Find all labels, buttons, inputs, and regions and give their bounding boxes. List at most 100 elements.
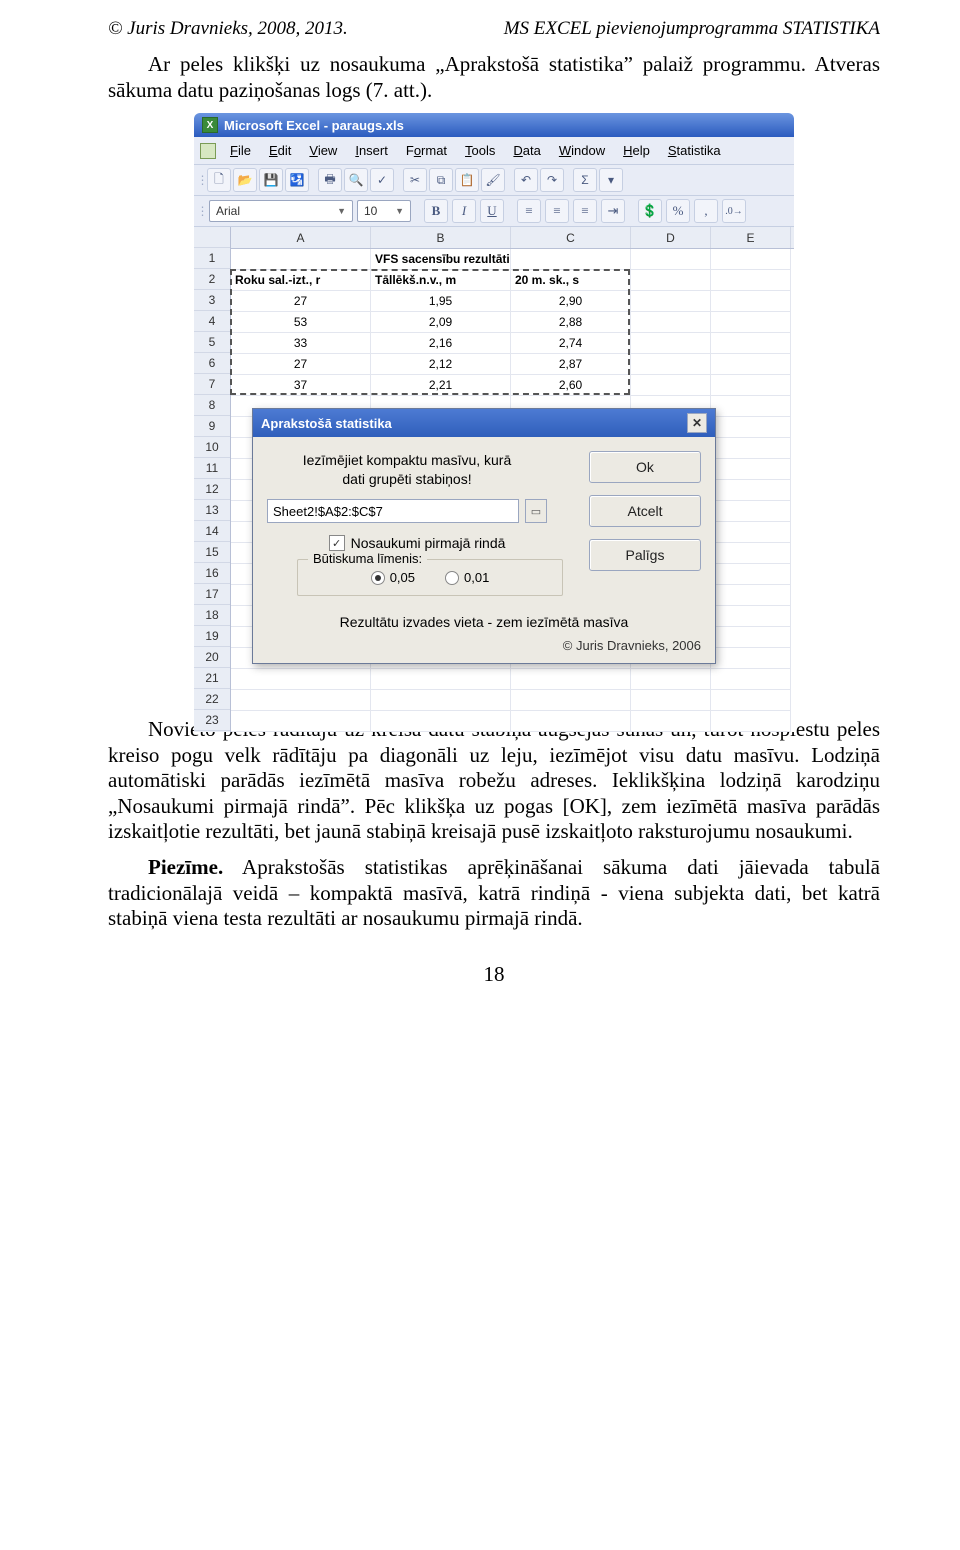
- cell[interactable]: 2,16: [371, 333, 511, 354]
- cell[interactable]: [711, 270, 791, 291]
- row-header[interactable]: 9: [194, 416, 230, 437]
- cell[interactable]: [631, 354, 711, 375]
- row-header[interactable]: 10: [194, 437, 230, 458]
- underline-button[interactable]: U: [480, 199, 504, 223]
- cell[interactable]: 53: [231, 312, 371, 333]
- row-header[interactable]: 13: [194, 500, 230, 521]
- row-header[interactable]: 5: [194, 332, 230, 353]
- row-header[interactable]: 14: [194, 521, 230, 542]
- cell[interactable]: 2,87: [511, 354, 631, 375]
- cut-icon[interactable]: ✂: [403, 168, 427, 192]
- row-header[interactable]: 8: [194, 395, 230, 416]
- cell[interactable]: Tāllēkš.n.v., m: [371, 270, 511, 291]
- preview-icon[interactable]: 🔍: [344, 168, 368, 192]
- cell[interactable]: VFS sacensību rezultāti: [371, 249, 511, 270]
- redo-icon[interactable]: ↷: [540, 168, 564, 192]
- dialog-title-bar[interactable]: Aprakstošā statistika ✕: [253, 409, 715, 437]
- cell[interactable]: 2,90: [511, 291, 631, 312]
- menu-help[interactable]: Help: [615, 141, 658, 160]
- open-icon[interactable]: 📂: [233, 168, 257, 192]
- range-selector-icon[interactable]: ▭: [525, 499, 547, 523]
- autosum-icon[interactable]: Σ: [573, 168, 597, 192]
- row-header[interactable]: 1: [194, 248, 230, 269]
- cell[interactable]: [231, 249, 371, 270]
- dropdown-icon[interactable]: ▾: [599, 168, 623, 192]
- font-size-combo[interactable]: 10▼: [357, 200, 411, 222]
- row-header[interactable]: 17: [194, 584, 230, 605]
- row-header[interactable]: 2: [194, 269, 230, 290]
- menu-statistika[interactable]: Statistika: [660, 141, 729, 160]
- col-header[interactable]: B: [371, 227, 511, 248]
- row-header[interactable]: 20: [194, 647, 230, 668]
- menu-window[interactable]: Window: [551, 141, 613, 160]
- cancel-button[interactable]: Atcelt: [589, 495, 701, 527]
- cell[interactable]: 1,95: [371, 291, 511, 312]
- menu-insert[interactable]: Insert: [347, 141, 396, 160]
- col-header[interactable]: C: [511, 227, 631, 248]
- copy-icon[interactable]: ⧉: [429, 168, 453, 192]
- font-name-combo[interactable]: Arial▼: [209, 200, 353, 222]
- cell[interactable]: [631, 375, 711, 396]
- cell[interactable]: 2,88: [511, 312, 631, 333]
- cell[interactable]: [631, 333, 711, 354]
- align-center-icon[interactable]: ≡: [545, 199, 569, 223]
- merge-center-icon[interactable]: ⇥: [601, 199, 625, 223]
- select-all-corner[interactable]: [194, 227, 230, 248]
- cell[interactable]: 2,21: [371, 375, 511, 396]
- radio-001[interactable]: 0,01: [445, 570, 489, 585]
- range-input[interactable]: Sheet2!$A$2:$C$7: [267, 499, 519, 523]
- increase-decimal-icon[interactable]: .0→: [722, 199, 746, 223]
- col-header[interactable]: E: [711, 227, 791, 248]
- cell[interactable]: [711, 333, 791, 354]
- row-header[interactable]: 11: [194, 458, 230, 479]
- cell[interactable]: 20 m. sk., s: [511, 270, 631, 291]
- cell[interactable]: Roku sal.-izt., r: [231, 270, 371, 291]
- save-icon[interactable]: 💾: [259, 168, 283, 192]
- cell[interactable]: 2,09: [371, 312, 511, 333]
- new-doc-icon[interactable]: 🗋: [207, 168, 231, 192]
- cell[interactable]: [711, 312, 791, 333]
- menu-tools[interactable]: Tools: [457, 141, 503, 160]
- undo-icon[interactable]: ↶: [514, 168, 538, 192]
- row-header[interactable]: 12: [194, 479, 230, 500]
- comma-icon[interactable]: ,: [694, 199, 718, 223]
- cell[interactable]: [631, 249, 711, 270]
- menu-format[interactable]: Format: [398, 141, 455, 160]
- cell[interactable]: [711, 291, 791, 312]
- percent-icon[interactable]: %: [666, 199, 690, 223]
- names-first-row-checkbox[interactable]: ✓: [329, 535, 345, 551]
- align-right-icon[interactable]: ≡: [573, 199, 597, 223]
- cell[interactable]: 2,60: [511, 375, 631, 396]
- cell[interactable]: [711, 354, 791, 375]
- cell[interactable]: [511, 249, 631, 270]
- currency-icon[interactable]: 💲: [638, 199, 662, 223]
- menu-view[interactable]: View: [301, 141, 345, 160]
- cell[interactable]: 33: [231, 333, 371, 354]
- ok-button[interactable]: Ok: [589, 451, 701, 483]
- print-icon[interactable]: 🖶: [318, 168, 342, 192]
- row-header[interactable]: 7: [194, 374, 230, 395]
- cell[interactable]: 27: [231, 291, 371, 312]
- row-header[interactable]: 4: [194, 311, 230, 332]
- cell[interactable]: [631, 270, 711, 291]
- menu-data[interactable]: Data: [505, 141, 548, 160]
- cell[interactable]: 27: [231, 354, 371, 375]
- align-left-icon[interactable]: ≡: [517, 199, 541, 223]
- row-header[interactable]: 16: [194, 563, 230, 584]
- cell[interactable]: 2,12: [371, 354, 511, 375]
- col-header[interactable]: A: [231, 227, 371, 248]
- menu-file[interactable]: File: [222, 141, 259, 160]
- cell[interactable]: 2,74: [511, 333, 631, 354]
- row-header[interactable]: 15: [194, 542, 230, 563]
- row-header[interactable]: 23: [194, 710, 230, 731]
- menu-edit[interactable]: Edit: [261, 141, 299, 160]
- row-header[interactable]: 6: [194, 353, 230, 374]
- close-icon[interactable]: ✕: [687, 413, 707, 433]
- row-header[interactable]: 3: [194, 290, 230, 311]
- row-header[interactable]: 21: [194, 668, 230, 689]
- format-painter-icon[interactable]: 🖌: [481, 168, 505, 192]
- col-header[interactable]: D: [631, 227, 711, 248]
- radio-005[interactable]: 0,05: [371, 570, 415, 585]
- cell[interactable]: 37: [231, 375, 371, 396]
- cell[interactable]: [631, 291, 711, 312]
